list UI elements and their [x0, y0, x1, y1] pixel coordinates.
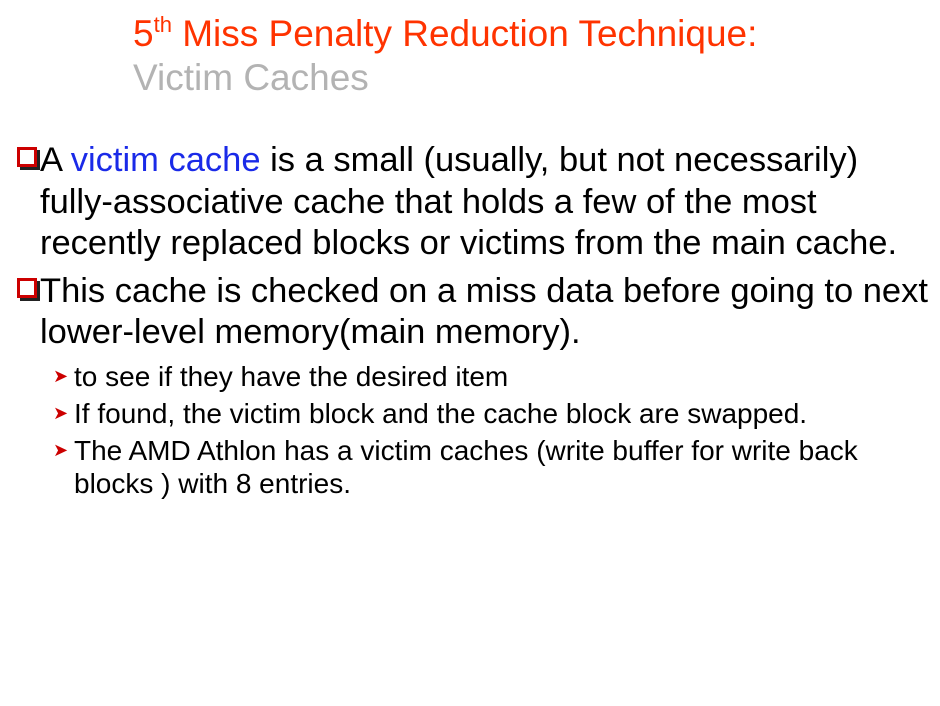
bullet-1-pre: A	[40, 141, 71, 179]
slide-body: A victim cache is a small (usually, but …	[14, 140, 934, 504]
sub-bullet-1: ➤ to see if they have the desired item	[14, 360, 934, 393]
bullet-2-text: This cache is checked on a miss data bef…	[40, 271, 928, 352]
arrow-bullet-icon: ➤	[53, 439, 69, 460]
bullet-1: A victim cache is a small (usually, but …	[14, 140, 934, 265]
title-line-2: Victim Caches	[133, 57, 369, 98]
sub-bullet-3: ➤ The AMD Athlon has a victim caches (wr…	[14, 434, 934, 500]
sub-bullet-2: ➤ If found, the victim block and the cac…	[14, 397, 934, 430]
square-bullet-icon	[17, 147, 37, 167]
sub-bullet-3-text: The AMD Athlon has a victim caches (writ…	[74, 434, 858, 499]
square-bullet-icon	[17, 277, 37, 298]
title-superscript: th	[153, 12, 172, 37]
slide-title: 5th Miss Penalty Reduction Technique: Vi…	[133, 12, 757, 100]
arrow-bullet-icon: ➤	[53, 402, 69, 423]
title-rest: Miss Penalty Reduction Technique:	[171, 13, 758, 54]
bullet-2: This cache is checked on a miss data bef…	[14, 271, 934, 354]
title-line-1: 5th Miss Penalty Reduction Technique:	[133, 12, 757, 56]
arrow-bullet-icon: ➤	[53, 365, 69, 386]
title-prefix: 5	[133, 13, 154, 54]
sub-bullet-2-text: If found, the victim block and the cache…	[74, 397, 808, 429]
bullet-1-highlight: victim cache	[70, 141, 261, 179]
sub-bullet-1-text: to see if they have the desired item	[74, 360, 509, 392]
